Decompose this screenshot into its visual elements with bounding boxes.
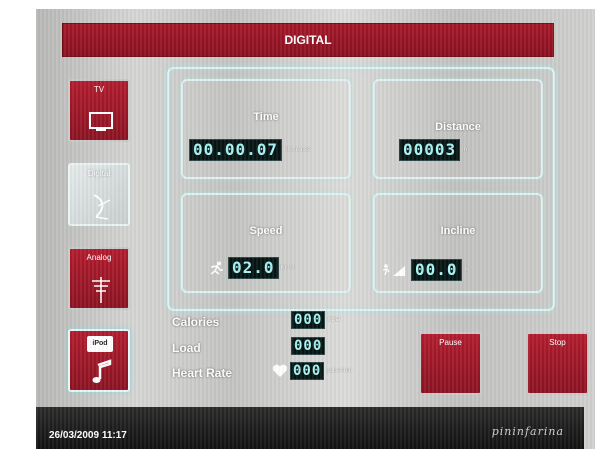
incline-label: Incline	[440, 225, 476, 237]
speed-tile: Speed 02.0 Km/h	[181, 193, 351, 293]
time-unit: hh.mm.ss	[284, 147, 311, 153]
ipod-badge: iPod	[87, 336, 113, 352]
time-value: 00.00.07	[189, 139, 283, 161]
load-readout: 000	[291, 337, 326, 355]
heart-rate-label: Heart Rate	[172, 366, 233, 380]
stop-button[interactable]: Stop	[526, 332, 589, 395]
incline-tile: Incline 00.0 %	[373, 193, 543, 293]
status-bar: 26/03/2009 11:17 pininfarina	[36, 407, 584, 449]
brand-logo: pininfarina	[491, 425, 564, 438]
speed-label: Speed	[249, 225, 283, 237]
antenna-icon	[92, 277, 110, 303]
incline-readout: 00.0 %	[381, 259, 469, 281]
calories-value: 000	[291, 311, 326, 329]
antenna-dish-icon	[93, 194, 111, 220]
sidebar-item-ipod[interactable]: iPod	[68, 329, 130, 392]
distance-value: 00003	[399, 139, 461, 161]
heart-rate-value: 000	[290, 362, 325, 380]
incline-icon	[382, 264, 405, 276]
speed-readout: 02.0 Km/h	[207, 257, 295, 279]
distance-readout: 00003 m	[399, 139, 467, 161]
sidebar-item-digital[interactable]: Digital	[68, 163, 130, 226]
sidebar-item-tv[interactable]: TV	[68, 79, 130, 142]
page-title: DIGITAL	[62, 23, 554, 57]
distance-label: Distance	[435, 121, 481, 133]
time-label: Time	[253, 111, 279, 123]
calories-readout: 000 KCal	[291, 311, 340, 329]
music-note-icon	[92, 359, 112, 383]
time-tile: Time 00.00.07 hh.mm.ss	[181, 79, 351, 179]
distance-tile: Distance 00003 m	[373, 79, 543, 179]
load-label: Load	[172, 341, 201, 355]
metrics-panel: Time 00.00.07 hh.mm.ss Distance 00003 m …	[167, 67, 555, 311]
speed-unit: Km/h	[280, 265, 295, 271]
sidebar-item-label: TV	[93, 85, 105, 94]
sidebar-item-label: Analog	[86, 253, 112, 262]
heart-icon	[272, 364, 288, 377]
calories-label: Calories	[172, 315, 220, 329]
incline-unit: %	[463, 267, 469, 273]
load-value: 000	[291, 337, 326, 355]
speed-value: 02.0	[228, 257, 279, 279]
heart-rate-unit: pulse/min	[326, 368, 352, 374]
time-readout: 00.00.07 hh.mm.ss	[189, 139, 310, 161]
pause-button[interactable]: Pause	[419, 332, 482, 395]
sidebar-item-label: Digital	[87, 169, 111, 178]
heart-rate-readout: 000 pulse/min	[272, 362, 352, 380]
incline-value: 00.0	[411, 259, 462, 281]
distance-unit: m	[462, 147, 468, 153]
calories-unit: KCal	[327, 317, 341, 323]
console-frame: DIGITAL TV Digital Analog iPod Time 00.0…	[36, 9, 595, 449]
sidebar-item-analog[interactable]: Analog	[68, 247, 130, 310]
runner-icon	[210, 261, 223, 275]
datetime-display: 26/03/2009 11:17	[49, 430, 127, 441]
tv-icon	[89, 112, 113, 131]
